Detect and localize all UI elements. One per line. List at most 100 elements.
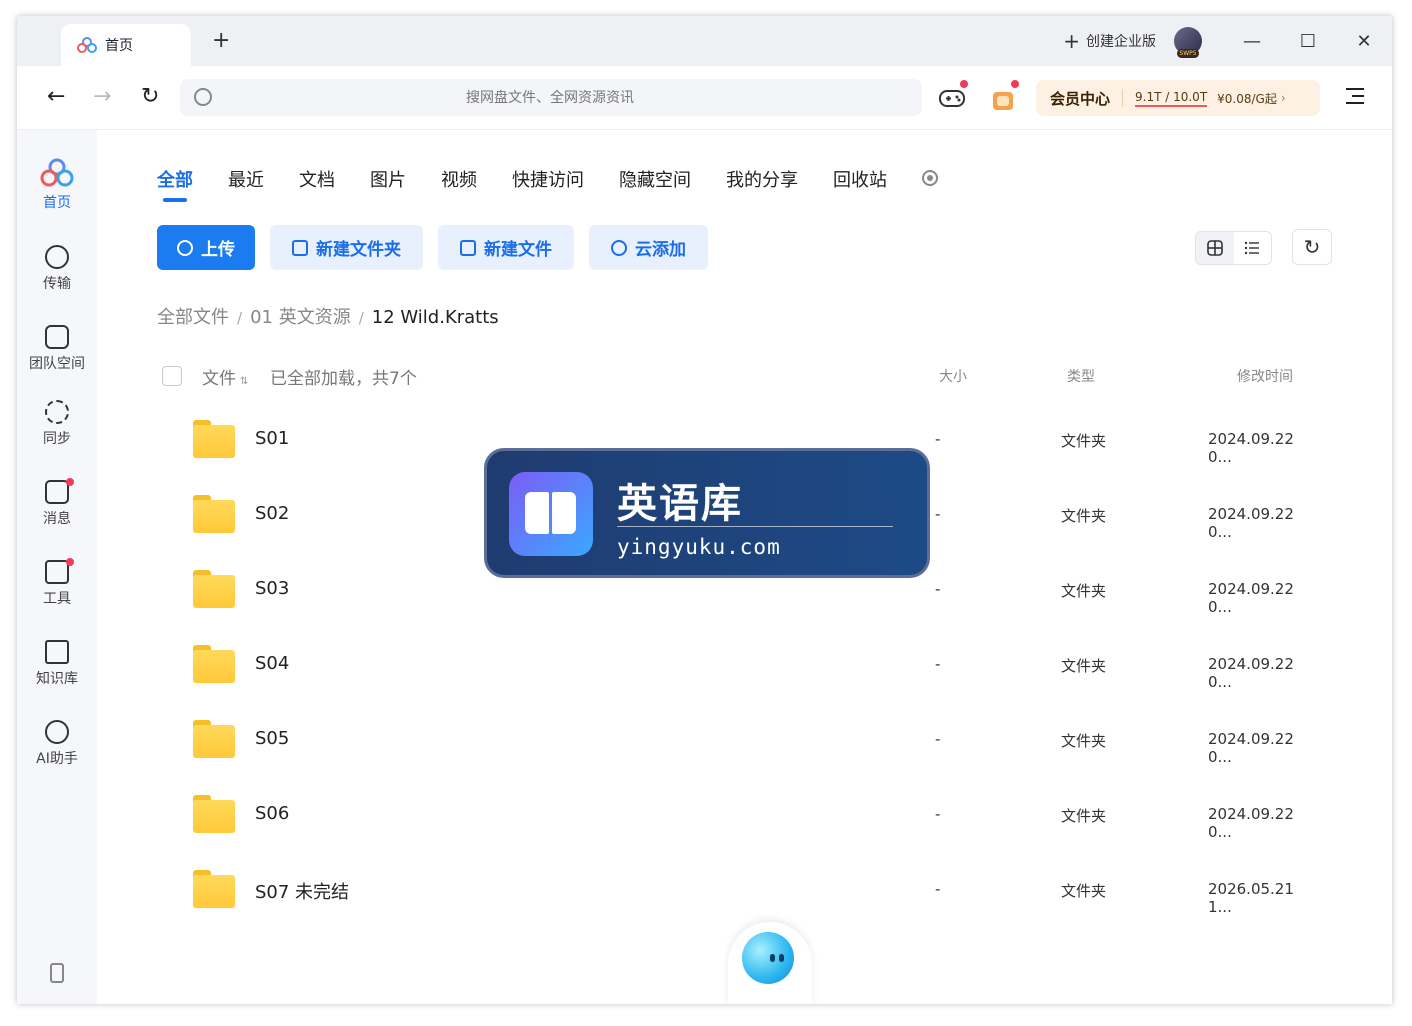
- gift-icon[interactable]: [989, 80, 1019, 110]
- chevron-right-icon: ›: [1280, 91, 1286, 105]
- add-folder-icon: [292, 239, 308, 256]
- folder-icon: [193, 870, 235, 908]
- tab-recycle-bin[interactable]: 回收站: [833, 166, 887, 192]
- close-button[interactable]: ✕: [1336, 31, 1392, 52]
- new-file-label: 新建文件: [484, 240, 552, 260]
- file-column-header[interactable]: 文件 ⇅: [202, 364, 248, 389]
- folder-icon: [193, 645, 235, 683]
- file-name: S07 未完结: [255, 882, 350, 903]
- file-type: 文件夹: [1061, 882, 1107, 900]
- watermark-title: 英语库: [617, 481, 743, 527]
- sidebar-item-tools[interactable]: 工具: [17, 558, 97, 608]
- table-row[interactable]: S06 - 文件夹 2024.09.22 0...: [157, 783, 1317, 858]
- phone-icon[interactable]: [50, 963, 64, 983]
- file-size: -: [935, 805, 941, 823]
- sidebar-item-label: 传输: [43, 276, 71, 292]
- sidebar-item-transfer[interactable]: 传输: [17, 245, 97, 293]
- maximize-button[interactable]: ☐: [1280, 31, 1336, 52]
- gamepad-icon[interactable]: [938, 80, 968, 110]
- cloud-add-button[interactable]: 云添加: [589, 225, 708, 270]
- avatar[interactable]: SWP5: [1174, 27, 1202, 58]
- grid-view-icon[interactable]: [1196, 232, 1234, 264]
- file-size: -: [935, 505, 941, 523]
- tab-videos[interactable]: 视频: [441, 166, 477, 192]
- app-window: 首页 + + 创建企业版 SWP5 — ☐ ✕ ← → ↻ 搜网盘文件、全网资源…: [17, 16, 1392, 1004]
- vip-center-button[interactable]: 会员中心 9.1T / 10.0T ¥0.08/G起 ›: [1036, 80, 1320, 116]
- table-row[interactable]: S04 - 文件夹 2024.09.22 0...: [157, 633, 1317, 708]
- sidebar-item-label: AI助手: [36, 751, 78, 767]
- sidebar-item-home[interactable]: 首页: [17, 158, 97, 212]
- team-icon: [45, 325, 69, 349]
- ai-assistant-icon: [45, 720, 69, 744]
- menu-icon[interactable]: [1346, 88, 1364, 109]
- cloud-logo-icon: [39, 158, 75, 188]
- create-enterprise-label: 创建企业版: [1086, 34, 1156, 50]
- tab-hidden-space[interactable]: 隐藏空间: [619, 166, 691, 192]
- eye-icon[interactable]: [922, 170, 938, 186]
- storage-capacity: 9.1T / 10.0T: [1135, 90, 1208, 107]
- notification-dot: [66, 478, 74, 486]
- minimize-button[interactable]: —: [1224, 31, 1280, 52]
- sidebar-item-label: 同步: [43, 431, 71, 447]
- table-row[interactable]: S07 未完结 - 文件夹 2026.05.21 1...: [157, 858, 1317, 933]
- new-tab-button[interactable]: +: [212, 28, 230, 53]
- tab-quick-access[interactable]: 快捷访问: [512, 166, 584, 192]
- file-modified: 2024.09.22 0...: [1208, 655, 1294, 691]
- upload-label: 上传: [201, 240, 235, 260]
- file-modified: 2024.09.22 0...: [1208, 580, 1294, 616]
- tab-my-shares[interactable]: 我的分享: [726, 166, 798, 192]
- upload-icon: [177, 239, 193, 256]
- sidebar-item-sync[interactable]: 同步: [17, 400, 97, 448]
- tab-documents[interactable]: 文档: [299, 166, 335, 192]
- sidebar-item-label: 团队空间: [29, 356, 85, 372]
- folder-icon: [193, 720, 235, 758]
- file-name: S05: [255, 728, 290, 749]
- sidebar-item-messages[interactable]: 消息: [17, 478, 97, 528]
- cloud-upload-icon: [611, 239, 627, 256]
- table-row[interactable]: S05 - 文件夹 2024.09.22 0...: [157, 708, 1317, 783]
- sidebar-item-knowledge-base[interactable]: 知识库: [17, 640, 97, 688]
- type-column-header[interactable]: 类型: [1067, 366, 1095, 386]
- tab-all[interactable]: 全部: [157, 166, 193, 202]
- refresh-icon[interactable]: ↻: [1292, 229, 1332, 265]
- search-input[interactable]: [230, 79, 870, 116]
- file-type: 文件夹: [1061, 807, 1107, 825]
- book-icon: [509, 472, 593, 556]
- file-modified: 2024.09.22 0...: [1208, 730, 1294, 766]
- forward-button[interactable]: →: [93, 84, 111, 109]
- back-button[interactable]: ←: [47, 84, 65, 109]
- title-bar: 首页 + + 创建企业版 SWP5 — ☐ ✕: [17, 16, 1392, 66]
- reload-button[interactable]: ↻: [141, 84, 159, 109]
- create-enterprise-button[interactable]: + 创建企业版: [1063, 29, 1156, 53]
- transfer-icon: [45, 245, 69, 269]
- tab-images[interactable]: 图片: [370, 166, 406, 192]
- ai-assistant-button[interactable]: [728, 922, 812, 1004]
- file-type: 文件夹: [1061, 432, 1107, 450]
- breadcrumb-item[interactable]: 01 英文资源: [250, 307, 351, 328]
- breadcrumb-current: 12 Wild.Kratts: [371, 307, 499, 328]
- tab-home[interactable]: 首页: [61, 24, 191, 66]
- file-name: S01: [255, 428, 290, 449]
- sidebar-item-team-space[interactable]: 团队空间: [17, 325, 97, 373]
- cloud-logo-icon: [77, 37, 97, 53]
- file-size: -: [935, 880, 941, 898]
- modified-column-header[interactable]: 修改时间: [1237, 366, 1293, 386]
- loaded-status: 已全部加载，共7个: [270, 369, 417, 389]
- select-all-checkbox[interactable]: [162, 366, 182, 386]
- new-folder-button[interactable]: 新建文件夹: [270, 225, 423, 270]
- file-type: 文件夹: [1061, 582, 1107, 600]
- list-view-icon[interactable]: [1234, 232, 1272, 264]
- new-file-button[interactable]: 新建文件: [438, 225, 574, 270]
- category-tabs: 全部 最近 文档 图片 视频 快捷访问 隐藏空间 我的分享 回收站: [157, 166, 938, 202]
- file-name: S04: [255, 653, 290, 674]
- tab-recent[interactable]: 最近: [228, 166, 264, 192]
- breadcrumb-item[interactable]: 全部文件: [157, 307, 229, 328]
- folder-icon: [193, 795, 235, 833]
- notification-dot: [66, 558, 74, 566]
- sidebar-item-ai-assistant[interactable]: AI助手: [17, 720, 97, 768]
- new-folder-label: 新建文件夹: [316, 240, 401, 260]
- ai-knowledge-icon: [45, 640, 69, 664]
- size-column-header[interactable]: 大小: [939, 366, 967, 386]
- sidebar-item-label: 首页: [43, 195, 71, 211]
- upload-button[interactable]: 上传: [157, 225, 255, 270]
